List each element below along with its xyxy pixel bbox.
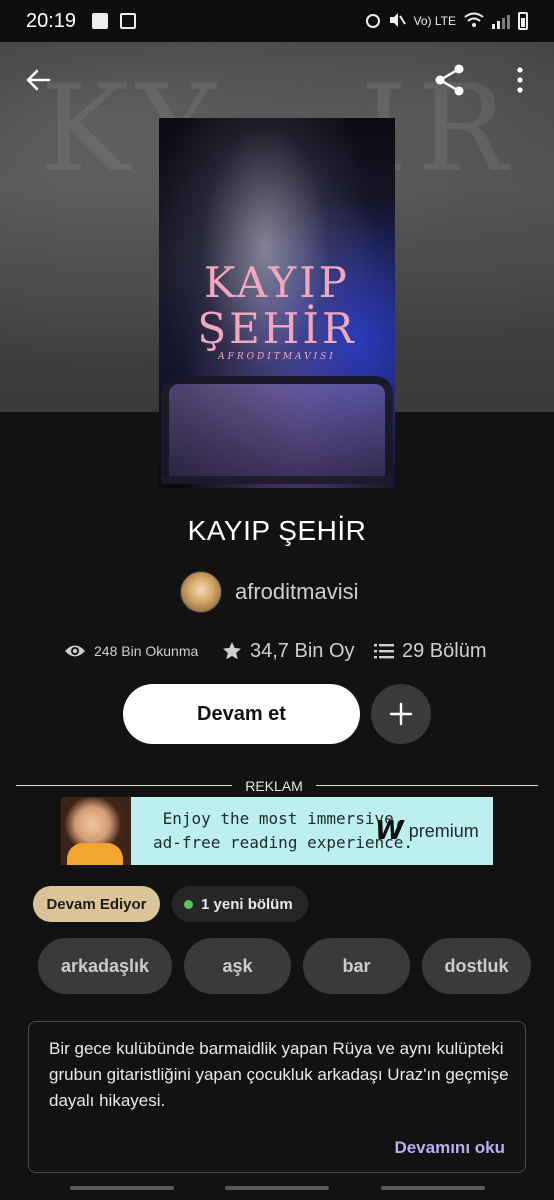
author-avatar <box>180 571 222 613</box>
parts-count: 29 Bölüm <box>402 639 487 662</box>
ad-label: REKLAM <box>245 778 303 794</box>
new-indicator-dot <box>184 899 193 909</box>
description-text: Bir gece kulübünde barmaidlik yapan Rüya… <box>49 1039 509 1110</box>
cover-car-window <box>161 376 393 484</box>
list-icon <box>374 644 394 659</box>
share-button[interactable] <box>428 58 472 102</box>
author-link[interactable]: afroditmavisi <box>180 571 358 613</box>
votes-count: 34,7 Bin Oy <box>250 639 355 662</box>
more-options-button[interactable] <box>498 58 542 102</box>
ad-brand: W premium <box>375 816 479 846</box>
book-title: KAYIP ŞEHİR <box>187 515 367 546</box>
status-system-icons: Vo) LTE <box>365 11 528 32</box>
ad-model-shirt <box>67 843 123 865</box>
ad-divider: REKLAM <box>16 776 538 796</box>
cover-author: AFRODITMAVISI <box>218 352 336 362</box>
wifi-icon <box>464 12 484 31</box>
gallery-icon <box>92 13 109 29</box>
network-label: Vo) LTE <box>413 14 456 28</box>
status-notification-icons <box>92 13 137 29</box>
plus-icon <box>389 702 413 726</box>
more-vertical-icon <box>517 67 523 93</box>
app-notification-icon <box>120 13 137 29</box>
book-cover[interactable]: KAYIP ŞEHİR AFRODITMAVISI <box>159 118 395 488</box>
wattpad-logo-icon: W <box>375 816 404 846</box>
bottom-nav-hint <box>381 1186 485 1190</box>
story-detail-screen: KY IR 20:19 Vo) LTE KAYIP ŞEHİR AFRODITM… <box>0 0 554 1200</box>
star-icon <box>223 642 241 660</box>
read-more-link[interactable]: Devamını oku <box>394 1138 505 1158</box>
eye-icon <box>65 645 85 657</box>
ad-brand-text: premium <box>408 820 479 841</box>
status-bar: 20:19 Vo) LTE <box>0 0 554 42</box>
author-name: afroditmavisi <box>235 579 359 604</box>
tag-chip[interactable]: bar <box>303 938 410 994</box>
signal-icon <box>492 13 510 29</box>
description-card: Bir gece kulübünde barmaidlik yapan Rüya… <box>28 1021 526 1173</box>
cover-title-line2: ŞEHİR <box>197 304 357 353</box>
reads-count: 248 Bin Okunma <box>94 643 199 659</box>
tag-chip[interactable]: dostluk <box>422 938 531 994</box>
story-stats: 248 Bin Okunma 34,7 Bin Oy 29 Bölüm <box>0 636 554 666</box>
new-parts-badge: 1 yeni bölüm <box>172 886 308 922</box>
status-time: 20:19 <box>26 9 77 32</box>
stat-votes: 34,7 Bin Oy <box>222 636 355 666</box>
add-to-library-button[interactable] <box>371 684 431 744</box>
bottom-nav-hint <box>225 1186 329 1190</box>
continue-reading-button[interactable]: Devam et <box>123 684 360 744</box>
new-parts-label: 1 yeni bölüm <box>201 895 293 913</box>
stat-reads: 248 Bin Okunma <box>64 636 198 666</box>
ongoing-badge: Devam Ediyor <box>33 886 160 922</box>
mute-icon <box>388 11 406 32</box>
ad-model-image <box>61 797 131 865</box>
alarm-icon <box>365 14 380 28</box>
back-button[interactable] <box>16 58 60 102</box>
ad-banner[interactable]: Enjoy the most immersive, ad-free readin… <box>61 797 493 865</box>
tag-chip[interactable]: arkadaşlık <box>38 938 172 994</box>
stat-parts: 29 Bölüm <box>374 636 487 666</box>
bottom-nav-hint <box>70 1186 174 1190</box>
share-icon <box>435 64 464 96</box>
divider-line <box>316 785 538 786</box>
arrow-left-icon <box>26 69 51 91</box>
battery-icon <box>518 12 528 30</box>
cover-title-line1: KAYIP <box>204 258 350 307</box>
top-navigation <box>0 58 554 102</box>
tag-chip[interactable]: aşk <box>184 938 291 994</box>
divider-line <box>16 785 232 786</box>
